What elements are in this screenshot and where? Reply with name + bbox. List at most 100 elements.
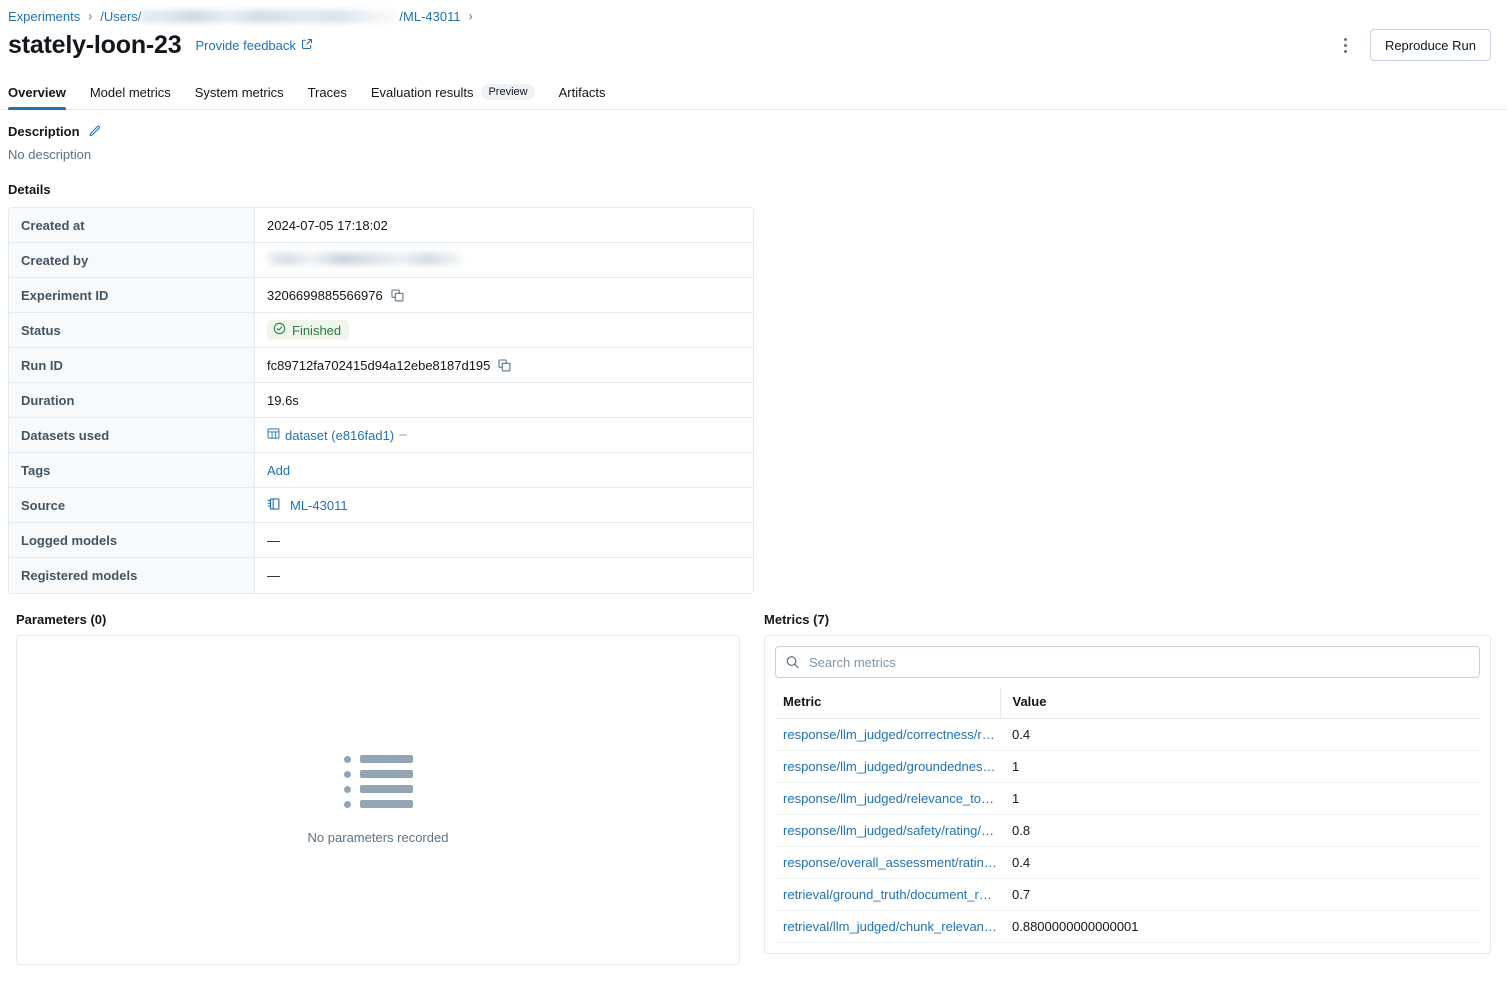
metrics-col-metric[interactable]: Metric xyxy=(775,688,1000,719)
breadcrumb-separator-2: › xyxy=(469,8,473,24)
detail-value-duration: 19.6s xyxy=(255,383,753,418)
copy-icon[interactable] xyxy=(498,359,511,372)
detail-key: Created at xyxy=(9,208,255,243)
page-title: stately-loon-23 xyxy=(8,31,181,60)
details-table: Created at 2024-07-05 17:18:02 Created b… xyxy=(8,207,754,594)
table-row: Source ML-43011 xyxy=(9,488,753,523)
tab-evaluation-results-label: Evaluation results xyxy=(371,85,474,100)
metric-name-cell: response/overall_assessment/ratin… xyxy=(775,847,1000,879)
detail-key: Registered models xyxy=(9,558,255,593)
add-tag-link[interactable]: Add xyxy=(267,463,290,478)
detail-value-status: Finished xyxy=(255,313,753,348)
metric-name-cell: retrieval/ground_truth/document_r… xyxy=(775,879,1000,911)
table-row: Logged models — xyxy=(9,523,753,558)
detail-value-registered-models: — xyxy=(255,558,753,593)
detail-value-datasets: dataset (e816fad1) xyxy=(255,418,753,453)
metric-link[interactable]: retrieval/llm_judged/chunk_relevan… xyxy=(783,919,997,934)
metric-link[interactable]: retrieval/ground_truth/document_r… xyxy=(783,887,992,902)
parameters-empty-text: No parameters recorded xyxy=(308,830,449,845)
metric-link[interactable]: response/llm_judged/groundednes… xyxy=(783,759,995,774)
parameters-title: Parameters (0) xyxy=(16,612,740,627)
description-body: No description xyxy=(8,147,1499,162)
metrics-header-row: Metric Value xyxy=(775,688,1480,719)
table-row: Datasets used dataset (e816fad1) xyxy=(9,418,753,453)
detail-key: Experiment ID xyxy=(9,278,255,313)
breadcrumb-experiments-link[interactable]: Experiments xyxy=(8,9,80,24)
detail-value-source: ML-43011 xyxy=(255,488,753,523)
breadcrumb-notebook-link[interactable]: /ML-43011 xyxy=(399,9,460,24)
experiment-id-text: 3206699885566976 xyxy=(267,288,383,303)
metric-link[interactable]: response/llm_judged/relevance_to… xyxy=(783,791,994,806)
detail-key: Logged models xyxy=(9,523,255,558)
table-row: Created at 2024-07-05 17:18:02 xyxy=(9,208,753,243)
metrics-table: Metric Value response/llm_judged/correct… xyxy=(775,688,1480,943)
tab-model-metrics-label: Model metrics xyxy=(90,85,171,100)
copy-icon[interactable] xyxy=(391,289,404,302)
metric-value-cell: 1 xyxy=(1000,783,1480,815)
table-row: retrieval/ground_truth/document_r… 0.7 xyxy=(775,879,1480,911)
metric-link[interactable]: response/llm_judged/correctness/r… xyxy=(783,727,995,742)
metric-value-cell: 0.8800000000000001 xyxy=(1000,911,1480,943)
preview-badge: Preview xyxy=(481,84,534,100)
table-row: response/llm_judged/safety/rating/… 0.8 xyxy=(775,815,1480,847)
table-row: retrieval/llm_judged/chunk_relevan… 0.88… xyxy=(775,911,1480,943)
source-link[interactable]: ML-43011 xyxy=(290,498,348,513)
detail-key: Created by xyxy=(9,243,255,278)
description-heading-label: Description xyxy=(8,124,80,139)
reproduce-run-button[interactable]: Reproduce Run xyxy=(1370,29,1491,61)
metric-name-cell: response/llm_judged/relevance_to… xyxy=(775,783,1000,815)
tab-traces-label: Traces xyxy=(308,85,347,100)
metric-value-cell: 0.4 xyxy=(1000,719,1480,751)
tab-evaluation-results[interactable]: Evaluation results Preview xyxy=(371,84,535,109)
metric-value-cell: 0.7 xyxy=(1000,879,1480,911)
parameters-section: Parameters (0) No parameters recorded xyxy=(16,612,740,965)
table-row: Status Finished xyxy=(9,313,753,348)
tab-traces[interactable]: Traces xyxy=(308,85,347,109)
table-row: response/overall_assessment/ratin… 0.4 xyxy=(775,847,1480,879)
table-row: response/llm_judged/relevance_to… 1 xyxy=(775,783,1480,815)
detail-key: Status xyxy=(9,313,255,348)
breadcrumb-redacted-path xyxy=(141,10,399,23)
detail-value-tags: Add xyxy=(255,453,753,488)
detail-key: Source xyxy=(9,488,255,523)
table-row: Registered models — xyxy=(9,558,753,593)
tab-model-metrics[interactable]: Model metrics xyxy=(90,85,171,109)
tab-artifacts-label: Artifacts xyxy=(559,85,606,100)
breadcrumb-users-link[interactable]: /Users/ xyxy=(100,9,141,24)
table-icon xyxy=(267,427,280,443)
table-row: Created by xyxy=(9,243,753,278)
provide-feedback-link[interactable]: Provide feedback xyxy=(195,38,312,53)
search-input[interactable] xyxy=(775,646,1480,678)
run-id-text: fc89712fa702415d94a12ebe8187d195 xyxy=(267,358,490,373)
metrics-panel: Metric Value response/llm_judged/correct… xyxy=(764,635,1491,954)
detail-key: Run ID xyxy=(9,348,255,383)
tab-overview[interactable]: Overview xyxy=(8,85,66,109)
notebook-icon xyxy=(267,497,281,514)
metric-name-cell: response/llm_judged/safety/rating/… xyxy=(775,815,1000,847)
status-label: Finished xyxy=(292,323,341,338)
redacted-user xyxy=(267,253,462,265)
detail-key: Tags xyxy=(9,453,255,488)
details-heading: Details xyxy=(8,182,1499,197)
table-row: Experiment ID 3206699885566976 xyxy=(9,278,753,313)
tab-system-metrics-label: System metrics xyxy=(195,85,284,100)
kebab-menu-icon[interactable] xyxy=(1332,31,1360,59)
dataset-link[interactable]: dataset (e816fad1) xyxy=(285,428,394,443)
breadcrumb: Experiments › /Users/ /ML-43011 › xyxy=(0,0,1507,26)
metrics-search xyxy=(775,646,1480,678)
detail-key: Datasets used xyxy=(9,418,255,453)
table-row: Duration 19.6s xyxy=(9,383,753,418)
pencil-icon[interactable] xyxy=(88,125,101,138)
detail-value-created-by xyxy=(255,243,753,278)
tab-artifacts[interactable]: Artifacts xyxy=(559,85,606,109)
metric-link[interactable]: response/llm_judged/safety/rating/… xyxy=(783,823,994,838)
metrics-col-value[interactable]: Value xyxy=(1000,688,1480,719)
check-circle-icon xyxy=(273,322,286,338)
table-row: Tags Add xyxy=(9,453,753,488)
detail-value-run-id: fc89712fa702415d94a12ebe8187d195 xyxy=(255,348,753,383)
metric-name-cell: response/llm_judged/correctness/r… xyxy=(775,719,1000,751)
metric-link[interactable]: response/overall_assessment/ratin… xyxy=(783,855,997,870)
tab-system-metrics[interactable]: System metrics xyxy=(195,85,284,109)
lower-panels: Parameters (0) No parameters recorded Me… xyxy=(8,594,1499,965)
metric-value-cell: 0.4 xyxy=(1000,847,1480,879)
